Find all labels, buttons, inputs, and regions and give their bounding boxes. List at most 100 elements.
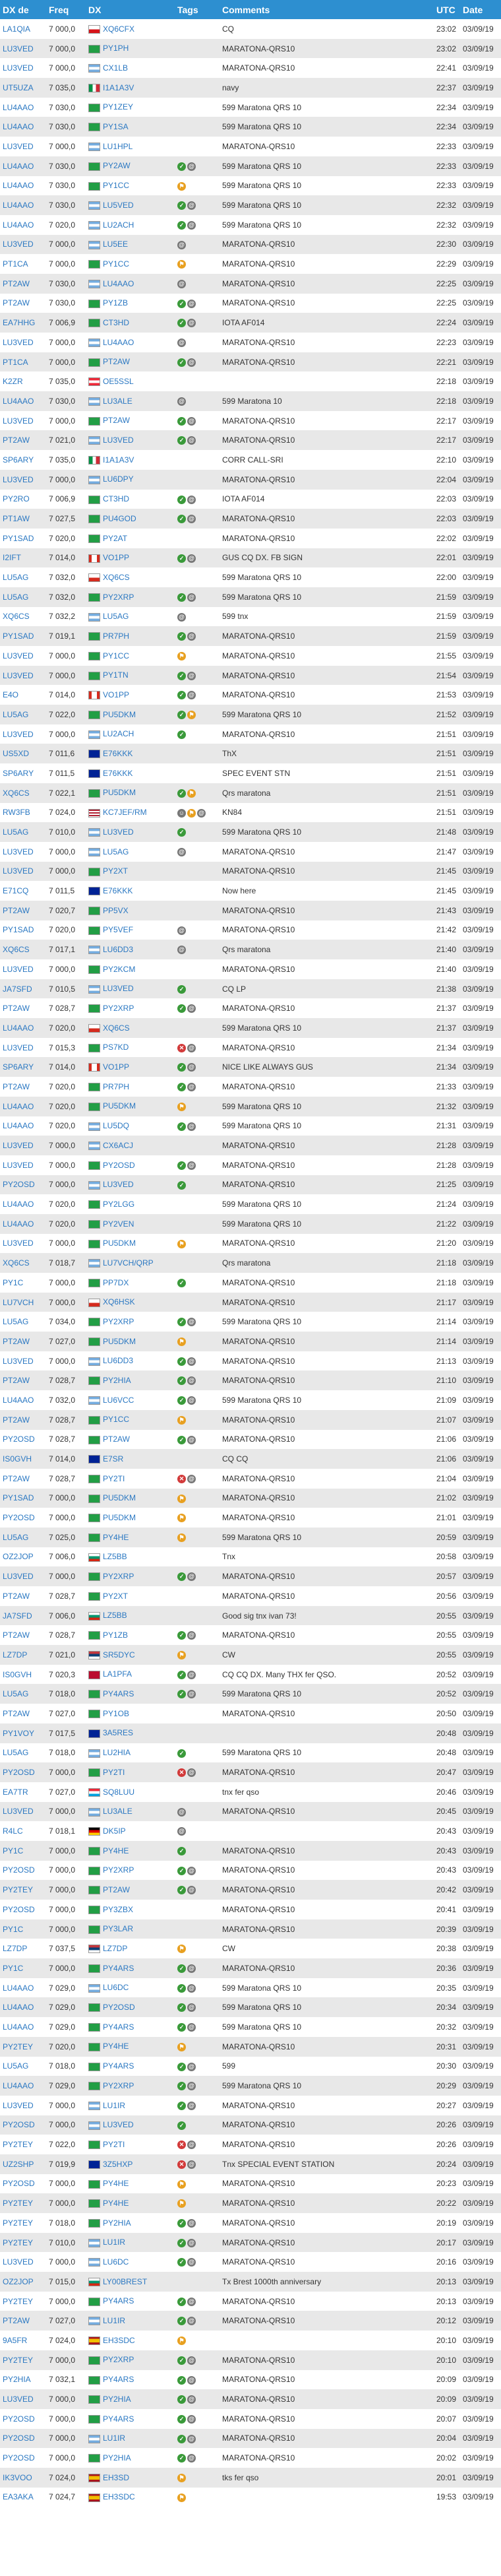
- confirmed-tag-icon[interactable]: ✓: [177, 691, 186, 700]
- dx-call-link[interactable]: PY1ZEY: [103, 102, 133, 112]
- spotter-call-link[interactable]: PT1AW: [0, 509, 46, 529]
- confirmed-tag-icon[interactable]: ✓: [177, 1161, 186, 1170]
- spotter-call-link[interactable]: UT5UZA: [0, 78, 46, 98]
- dx-call-link[interactable]: PY1ZB: [103, 1630, 128, 1640]
- confirmed-tag-icon[interactable]: ✓: [177, 2219, 186, 2228]
- dx-call-link[interactable]: PT2AW: [103, 357, 130, 366]
- spotter-call-link[interactable]: PY1SAD: [0, 529, 46, 548]
- spotter-call-link[interactable]: LU3VED: [0, 470, 46, 490]
- email-tag-icon[interactable]: @: [187, 2434, 196, 2443]
- spotter-call-link[interactable]: PY2OSD: [0, 2429, 46, 2449]
- dx-call-link[interactable]: SQ8LUU: [103, 1787, 134, 1797]
- email-tag-icon[interactable]: @: [187, 1474, 196, 1483]
- dx-call-link[interactable]: PY4ARS: [103, 2414, 134, 2424]
- spotter-call-link[interactable]: US5XD: [0, 744, 46, 763]
- email-tag-icon[interactable]: @: [187, 1004, 196, 1014]
- dx-call-link[interactable]: PY4HE: [103, 2199, 129, 2208]
- confirmed-tag-icon[interactable]: ✓: [177, 1180, 186, 1190]
- spotter-call-link[interactable]: LZ7DP: [0, 1645, 46, 1665]
- email-tag-icon[interactable]: @: [177, 946, 186, 955]
- spotter-call-link[interactable]: LU4AAO: [0, 1097, 46, 1116]
- confirmed-tag-icon[interactable]: ✓: [177, 2317, 186, 2326]
- dx-call-link[interactable]: PT2AW: [103, 1434, 130, 1444]
- dx-call-link[interactable]: PY1CC: [103, 181, 129, 190]
- confirmed-tag-icon[interactable]: ✓: [177, 1670, 186, 1679]
- dx-call-link[interactable]: LU3VED: [103, 435, 134, 445]
- email-tag-icon[interactable]: @: [187, 2160, 196, 2169]
- confirmed-tag-icon[interactable]: ✓: [177, 1004, 186, 1014]
- spotter-call-link[interactable]: LZ7DP: [0, 1939, 46, 1958]
- dx-call-link[interactable]: LU3VED: [103, 827, 134, 837]
- email-tag-icon[interactable]: @: [187, 436, 196, 445]
- dx-call-link[interactable]: OE5SSL: [103, 377, 134, 386]
- dx-call-link[interactable]: PY2OSD: [103, 2003, 135, 2012]
- confirmed-tag-icon[interactable]: ✓: [177, 201, 186, 210]
- spotter-call-link[interactable]: LU4AAO: [0, 1116, 46, 1136]
- confirmed-tag-icon[interactable]: ✓: [177, 2414, 186, 2424]
- email-tag-icon[interactable]: @: [187, 220, 196, 230]
- confirmed-tag-icon[interactable]: ✓: [177, 1122, 186, 1131]
- email-tag-icon[interactable]: @: [197, 808, 206, 818]
- confirmed-tag-icon[interactable]: ✓: [177, 2023, 186, 2032]
- dx-call-link[interactable]: PS7KD: [103, 1043, 129, 1052]
- warning-tag-icon[interactable]: ⚑: [187, 711, 196, 720]
- confirmed-tag-icon[interactable]: ✓: [177, 1572, 186, 1582]
- email-tag-icon[interactable]: @: [187, 2454, 196, 2463]
- email-tag-icon[interactable]: @: [187, 1631, 196, 1640]
- spotter-call-link[interactable]: PY2OSD: [0, 1175, 46, 1195]
- email-tag-icon[interactable]: @: [187, 593, 196, 602]
- spotter-call-link[interactable]: IK3VOO: [0, 2468, 46, 2488]
- dx-call-link[interactable]: XQ6CS: [103, 1023, 130, 1033]
- dx-call-link[interactable]: LU5DQ: [103, 1121, 129, 1130]
- spotter-call-link[interactable]: EA3AKA: [0, 2488, 46, 2507]
- spotter-call-link[interactable]: LU3VED: [0, 842, 46, 862]
- dx-call-link[interactable]: PU5DKM: [103, 1101, 136, 1111]
- spotter-call-link[interactable]: LU5AG: [0, 1312, 46, 1332]
- confirmed-tag-icon[interactable]: ✓: [177, 2121, 186, 2130]
- email-tag-icon[interactable]: @: [187, 299, 196, 308]
- warning-tag-icon[interactable]: ⚑: [177, 1945, 186, 1954]
- dx-call-link[interactable]: PR7PH: [103, 631, 129, 641]
- spotter-call-link[interactable]: JA7SFD: [0, 1606, 46, 1626]
- dx-call-link[interactable]: PY1CC: [103, 651, 129, 660]
- warning-tag-icon[interactable]: ⚑: [177, 2336, 186, 2346]
- dx-call-link[interactable]: PU5DKM: [103, 1493, 136, 1502]
- email-tag-icon[interactable]: @: [187, 1886, 196, 1895]
- spotter-call-link[interactable]: PT2AW: [0, 274, 46, 294]
- spotter-call-link[interactable]: PT2AW: [0, 1410, 46, 1430]
- dx-call-link[interactable]: PR7PH: [103, 1082, 129, 1091]
- confirmed-tag-icon[interactable]: ✓: [177, 2003, 186, 2012]
- spotter-call-link[interactable]: LU4AAO: [0, 176, 46, 196]
- email-tag-icon[interactable]: @: [187, 201, 196, 210]
- spotter-call-link[interactable]: PY2OSD: [0, 2115, 46, 2135]
- spotter-call-link[interactable]: LU5AG: [0, 1684, 46, 1704]
- dx-call-link[interactable]: PY2XRP: [103, 1865, 134, 1875]
- spotter-call-link[interactable]: LU7VCH: [0, 1293, 46, 1312]
- dx-call-link[interactable]: CT3HD: [103, 494, 129, 503]
- confirmed-tag-icon[interactable]: ✓: [177, 299, 186, 308]
- email-tag-icon[interactable]: @: [187, 319, 196, 328]
- dx-call-link[interactable]: PY2XT: [103, 866, 128, 876]
- dx-call-link[interactable]: LU3VED: [103, 2120, 134, 2129]
- dx-call-link[interactable]: 3A5RES: [103, 1728, 133, 1737]
- spotter-call-link[interactable]: PY1C: [0, 1919, 46, 1939]
- spotter-call-link[interactable]: LU3VED: [0, 862, 46, 882]
- spotter-call-link[interactable]: LU3VED: [0, 333, 46, 352]
- warning-tag-icon[interactable]: ⚑: [177, 2493, 186, 2502]
- confirmed-tag-icon[interactable]: ✓: [177, 789, 186, 798]
- email-tag-icon[interactable]: @: [187, 1435, 196, 1444]
- spotter-call-link[interactable]: PY2OSD: [0, 1762, 46, 1782]
- spotter-call-link[interactable]: PY2OSD: [0, 1861, 46, 1881]
- dx-call-link[interactable]: PY2HIA: [103, 1376, 131, 1385]
- email-tag-icon[interactable]: @: [187, 691, 196, 700]
- dx-call-link[interactable]: PY2TI: [103, 2140, 125, 2149]
- spotter-call-link[interactable]: PY1VOY: [0, 1723, 46, 1743]
- dx-call-link[interactable]: PY2HIA: [103, 2218, 131, 2228]
- dx-call-link[interactable]: PY2AT: [103, 534, 127, 543]
- dx-call-link[interactable]: VO1PP: [103, 1062, 129, 1072]
- spotter-call-link[interactable]: SP6ARY: [0, 1057, 46, 1077]
- spotter-call-link[interactable]: PY2TEY: [0, 2292, 46, 2311]
- dx-call-link[interactable]: PY4ARS: [103, 1964, 134, 1973]
- column-header-utc[interactable]: UTC: [434, 0, 460, 19]
- dx-call-link[interactable]: PY2XRP: [103, 2355, 134, 2364]
